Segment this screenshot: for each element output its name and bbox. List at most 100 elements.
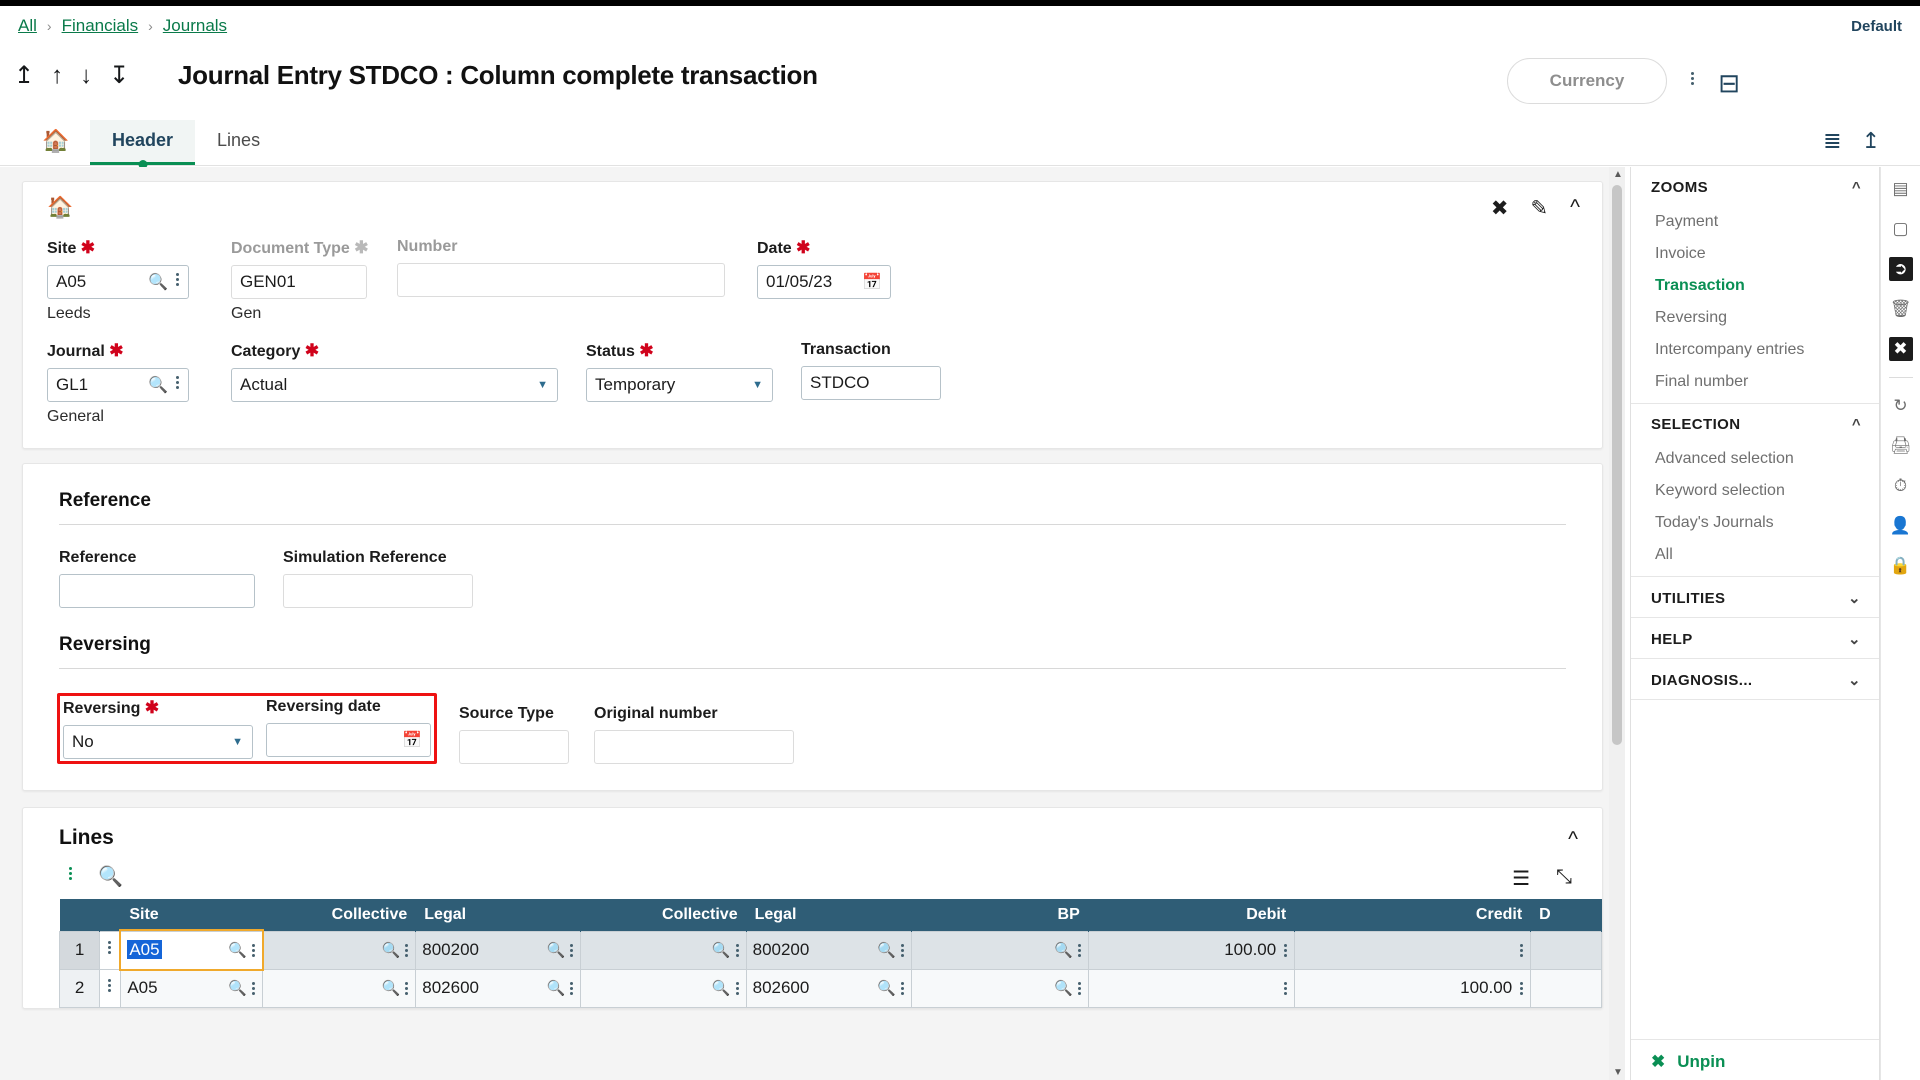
cell-legal-1[interactable]: 802600 🔍 (415, 968, 582, 1008)
cell-bp[interactable]: 🔍 (910, 968, 1089, 1008)
search-icon[interactable]: 🔍 (148, 272, 168, 292)
breadcrumb-item-journals[interactable]: Journals (163, 16, 227, 36)
cell-bp[interactable]: 🔍 (910, 930, 1089, 970)
search-icon[interactable]: 🔍 (228, 941, 247, 959)
expand-icon[interactable]: ⤡ (1556, 866, 1572, 891)
panel-item-all[interactable]: All (1631, 539, 1879, 576)
previous-record-icon[interactable]: ↑ (51, 64, 63, 88)
user-icon[interactable]: 👤 (1889, 514, 1913, 538)
search-icon[interactable]: 🔍 (547, 979, 566, 997)
transaction-input[interactable]: STDCO (801, 366, 941, 400)
breadcrumb-item-all[interactable]: All (18, 16, 37, 36)
main-scrollbar[interactable]: ▲ ▼ (1609, 167, 1625, 1080)
search-icon[interactable]: 🔍 (1054, 979, 1073, 997)
search-icon[interactable]: 🔍 (877, 979, 896, 997)
chevron-up-icon[interactable]: ^ (1852, 416, 1861, 433)
search-icon[interactable]: 🔍 (382, 979, 401, 997)
cell-d[interactable] (1530, 930, 1602, 970)
col-credit[interactable]: Credit (1294, 899, 1532, 931)
cell-credit[interactable]: 100.00 (1294, 968, 1532, 1008)
search-icon[interactable]: 🔍 (98, 864, 123, 889)
search-icon[interactable]: 🔍 (877, 941, 896, 959)
cell-collective-2[interactable]: 🔍 (580, 968, 747, 1008)
panel-item-payment[interactable]: Payment (1631, 206, 1879, 238)
source-type-input[interactable] (459, 730, 569, 764)
col-d[interactable]: D (1530, 899, 1602, 931)
col-legal-1[interactable]: Legal (415, 899, 582, 931)
close-dark-icon[interactable]: ✖ (1888, 337, 1913, 361)
cell-site[interactable]: A05 🔍 (120, 968, 263, 1008)
calendar-icon[interactable]: 📅 (402, 730, 422, 750)
next-record-icon[interactable]: ↓ (80, 64, 92, 88)
cell-site[interactable]: A05 🔍 (118, 929, 265, 971)
col-debit[interactable]: Debit (1088, 899, 1296, 931)
original-number-input[interactable] (594, 730, 794, 764)
cell-legal-2[interactable]: 800200 🔍 (745, 930, 912, 970)
col-bp[interactable]: BP (911, 899, 1089, 931)
row-drag-handle[interactable] (99, 930, 122, 970)
panel-item-final-number[interactable]: Final number (1631, 366, 1879, 403)
site-input[interactable]: A05 🔍 (47, 265, 189, 299)
time-icon[interactable]: ⏱ (1889, 474, 1913, 498)
kebab-menu-icon[interactable] (1691, 70, 1695, 92)
sort-lines-icon[interactable]: ≣ (1823, 128, 1841, 154)
last-record-icon[interactable]: ↧ (109, 64, 129, 88)
search-icon[interactable]: 🔍 (1054, 941, 1073, 959)
collapse-chevron-icon[interactable]: ^ (1570, 196, 1580, 221)
col-collective-2[interactable]: Collective (580, 899, 747, 931)
cell-d[interactable] (1530, 968, 1602, 1008)
col-site[interactable]: Site (120, 899, 263, 931)
chevron-down-icon[interactable]: ▼ (232, 736, 243, 748)
row-drag-handle[interactable] (99, 968, 122, 1008)
date-input[interactable]: 01/05/23 📅 (757, 265, 891, 299)
scroll-up-icon[interactable]: ▲ (1613, 169, 1623, 180)
edit-pencil-icon[interactable]: ✎ (1531, 196, 1549, 221)
collapse-top-icon[interactable]: ↥ (1862, 128, 1880, 154)
chevron-down-icon[interactable]: ▼ (537, 379, 548, 391)
panel-item-intercompany-entries[interactable]: Intercompany entries (1631, 334, 1879, 366)
table-row[interactable]: 1 A05 🔍 🔍 800200 🔍 🔍 800200 🔍 🔍 100.00 (58, 929, 1602, 971)
chevron-down-icon[interactable]: ⌄ (1848, 630, 1861, 648)
search-icon[interactable]: 🔍 (547, 941, 566, 959)
cell-debit[interactable] (1087, 968, 1296, 1008)
breadcrumb-item-financials[interactable]: Financials (62, 16, 139, 36)
panel-item-transaction[interactable]: Transaction (1631, 270, 1879, 302)
search-icon[interactable]: 🔍 (712, 941, 731, 959)
search-icon[interactable]: 🔍 (148, 375, 168, 395)
cell-collective-1[interactable]: 🔍 (261, 968, 417, 1008)
reference-input[interactable] (59, 574, 255, 608)
panel-section-selection-header[interactable]: SELECTION ^ (1631, 404, 1879, 443)
scrollbar-thumb[interactable] (1612, 185, 1622, 745)
save-dark-icon[interactable]: ➲ (1888, 257, 1913, 281)
panel-item-todays-journals[interactable]: Today's Journals (1631, 507, 1879, 539)
journal-input[interactable]: GL1 🔍 (47, 368, 189, 402)
tab-header[interactable]: Header (90, 120, 196, 169)
chevron-down-icon[interactable]: ⌄ (1848, 671, 1861, 689)
currency-button[interactable]: Currency (1507, 58, 1667, 104)
kebab-menu-icon[interactable] (69, 865, 74, 888)
chevron-down-icon[interactable]: ▼ (752, 379, 763, 391)
table-row[interactable]: 2 A05 🔍 🔍 802600 🔍 🔍 802600 🔍 🔍 100.00 (58, 968, 1602, 1008)
search-icon[interactable]: 🔍 (712, 979, 731, 997)
cell-collective-1[interactable]: 🔍 (261, 930, 417, 970)
simulation-reference-input[interactable] (283, 574, 473, 608)
kebab-menu-icon[interactable] (176, 271, 180, 293)
tab-lines[interactable]: Lines (195, 120, 282, 165)
category-select[interactable]: Actual ▼ (231, 368, 558, 402)
cell-legal-1[interactable]: 800200 🔍 (415, 930, 582, 970)
number-input[interactable] (397, 263, 725, 297)
col-legal-2[interactable]: Legal (746, 899, 912, 931)
search-icon[interactable]: 🔍 (228, 979, 247, 997)
status-select[interactable]: Temporary ▼ (586, 368, 773, 402)
layers-icon[interactable]: ☰ (1512, 866, 1530, 891)
home-icon[interactable]: 🏠 (42, 128, 69, 154)
panel-item-keyword-selection[interactable]: Keyword selection (1631, 475, 1879, 507)
panel-section-zooms-header[interactable]: ZOOMS ^ (1631, 167, 1879, 206)
scroll-down-icon[interactable]: ▼ (1613, 1067, 1623, 1078)
unpin-icon[interactable]: ✖ (1491, 196, 1509, 221)
minimize-icon[interactable]: ⊟ (1718, 68, 1740, 99)
collapse-chevron-icon[interactable]: ^ (1568, 828, 1578, 852)
lock-icon[interactable]: 🔒 (1889, 554, 1913, 578)
chevron-up-icon[interactable]: ^ (1852, 179, 1861, 196)
chevron-down-icon[interactable]: ⌄ (1848, 589, 1861, 607)
